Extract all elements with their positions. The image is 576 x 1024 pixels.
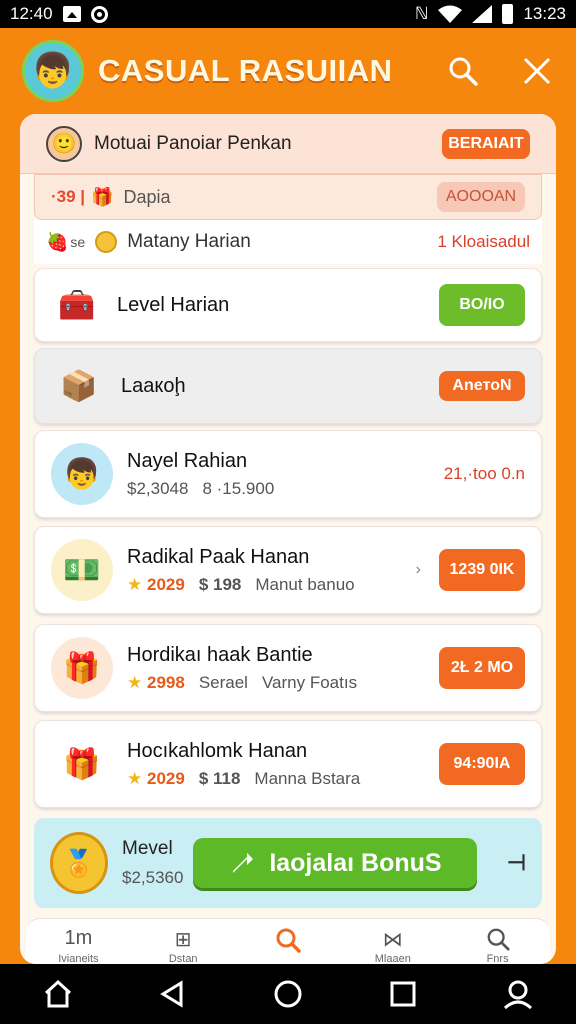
star-icon: ★ — [127, 768, 143, 788]
avatar[interactable]: 👦 — [22, 40, 84, 102]
gallery-icon — [62, 6, 81, 22]
account-icon[interactable] — [498, 974, 538, 1014]
list-item[interactable]: 🎁 Hordikaı haak Bantie ★ 2998 Serael Var… — [34, 624, 542, 712]
toolbox-icon: 🧰 — [58, 288, 96, 322]
bonus-tail-icon[interactable]: ⊣ — [507, 850, 526, 876]
card-title: Level Harian — [117, 293, 230, 316]
battery-icon — [502, 4, 514, 24]
menu-icon: 1m — [64, 927, 93, 949]
profile-face-icon: 🙂 — [46, 125, 82, 162]
status-bar: 12:40 ℕ 13:23 — [0, 0, 576, 28]
card-cash: $ 118 — [198, 768, 241, 788]
top-sheet-button[interactable]: BERAIAIT — [442, 128, 530, 159]
close-icon[interactable] — [520, 54, 554, 88]
coin-icon — [95, 231, 118, 253]
daily-prefix: se — [70, 234, 86, 250]
card-note: Manut banuo — [255, 574, 355, 594]
bonus-button[interactable]: Iaojalaı BonuS — [193, 838, 478, 888]
gift-box-icon: 🎁 — [51, 637, 113, 699]
peek-button[interactable]: AOOOAN — [437, 182, 525, 212]
home-circle-icon[interactable] — [268, 974, 308, 1014]
daily-row[interactable]: 🍓 se Matany Harian 1 Kloaisadul — [34, 220, 542, 264]
card-buy-button[interactable]: 2Ł 2 MO — [439, 647, 525, 689]
arrow-icon — [233, 853, 254, 873]
nav-item-find[interactable]: Fnrs — [453, 927, 543, 964]
card-price: 2998 — [146, 672, 185, 692]
peek-number: ·39 | — [51, 187, 86, 206]
daily-label: Matany Harian — [127, 231, 251, 252]
bottom-nav: 1m Ivianeits ⊞ Dstan ⋈ Mlaaen Fnrs — [26, 918, 550, 964]
bonus-title: Mevel — [122, 838, 173, 859]
nav-item-home[interactable]: 1m Ivianeits — [33, 927, 123, 964]
peek-label: Dapia — [123, 186, 171, 207]
card-value-b: 8 ·15.900 — [202, 478, 275, 498]
bonus-button-label: Iaojalaı BonuS — [269, 848, 442, 877]
list-item[interactable]: 💵 Radikal Paak Hanan ★ 2029 $ 198 Manut … — [34, 526, 542, 614]
system-nav-bar — [0, 964, 576, 1024]
nfc-icon: ℕ — [414, 4, 429, 23]
bonus-card: 🏅 Mevel $2,5360 Iaojalaı BonuS ⊣ — [34, 818, 542, 908]
top-sheet: 🙂 Motuai Panoiar Penkan BERAIAIT — [20, 114, 556, 174]
nav-label: Ivianeits — [58, 953, 99, 964]
card-title: Radikal Paak Hanan — [127, 545, 310, 568]
bonus-value: $2,5360 — [122, 868, 184, 887]
daily-right-text: 1 Kloaisadul — [437, 232, 530, 251]
list-item[interactable]: 🎁 Hocıkahlomk Hanan ★ 2029 $ 118 Manna B… — [34, 720, 542, 808]
signal-icon — [472, 5, 493, 23]
app-title: CASUAL RASUIIAN — [98, 53, 393, 88]
card-value-a: $2,3048 — [127, 478, 189, 498]
search-icon[interactable] — [446, 54, 480, 88]
recents-icon[interactable] — [383, 974, 423, 1014]
grid-icon: ⊞ — [174, 929, 192, 951]
nav-label: Mlaaen — [374, 953, 411, 964]
level-button[interactable]: BO/IO — [439, 284, 525, 326]
laakoh-button[interactable]: AneтоN — [439, 371, 525, 401]
card-buy-button[interactable]: 1239 0IK — [439, 549, 525, 591]
main-panel: 🙂 Motuai Panoiar Penkan BERAIAIT ·39 | 🎁… — [20, 114, 556, 964]
chevron-icon: › — [415, 561, 421, 578]
card-price: 2029 — [146, 574, 185, 594]
character-icon: 👦 — [51, 443, 113, 505]
nav-item-missions[interactable]: ⋈ Mlaaen — [348, 927, 438, 964]
notification-icon — [90, 5, 108, 23]
bow-icon: ⋈ — [382, 929, 403, 951]
search-icon — [276, 928, 301, 953]
back-icon[interactable] — [153, 974, 193, 1014]
card-title: Nayel Rahian — [127, 449, 248, 472]
star-icon: ★ — [127, 574, 143, 594]
cash-register-icon: 💵 — [51, 539, 113, 601]
card-note: Varny Foatıs — [261, 672, 358, 692]
chest-icon: 📦 — [60, 369, 98, 403]
card-title: Hordikaı haak Bantie — [127, 643, 313, 666]
app-header: 👦 CASUAL RASUIIAN — [0, 28, 576, 114]
wifi-icon — [438, 5, 463, 23]
card-note: Manna Bstara — [254, 768, 361, 788]
list-item[interactable]: 👦 Nayel Rahian $2,3048 8 ·15.900 21,·too… — [34, 430, 542, 518]
list-item[interactable]: 📦 Laaкоḩ AneтоN — [34, 348, 542, 424]
card-right-text: 21,·too 0.n — [443, 464, 525, 483]
status-time-left: 12:40 — [10, 4, 53, 23]
peek-row[interactable]: ·39 | 🎁 Dapia AOOOAN — [34, 174, 542, 220]
medal-icon: 🏅 — [50, 832, 108, 894]
nav-item-data[interactable]: ⊞ Dstan — [138, 927, 228, 964]
nav-label: Dstan — [168, 953, 198, 964]
gift-icon: 🎁 — [91, 186, 114, 207]
top-sheet-text: Motuai Panoiar Penkan — [94, 132, 292, 154]
card-title: Laaкоḩ — [121, 374, 186, 397]
nav-label: Fnrs — [486, 953, 509, 964]
card-cash: $ 198 — [198, 574, 242, 594]
home-icon[interactable] — [38, 974, 78, 1014]
list-item[interactable]: 🧰 Level Harian BO/IO — [34, 268, 542, 342]
treasure-box-icon: 🎁 — [63, 747, 101, 781]
nav-item-search[interactable] — [243, 927, 333, 953]
star-icon: ★ — [127, 672, 143, 692]
search-icon — [487, 928, 510, 951]
card-buy-button[interactable]: 94:90IA — [439, 743, 525, 785]
card-cash: Serael — [198, 672, 248, 692]
strawberry-icon: 🍓 — [46, 231, 69, 252]
card-price: 2029 — [146, 768, 185, 788]
card-title: Hocıkahlomk Hanan — [127, 739, 308, 762]
status-time-right: 13:23 — [523, 4, 566, 23]
